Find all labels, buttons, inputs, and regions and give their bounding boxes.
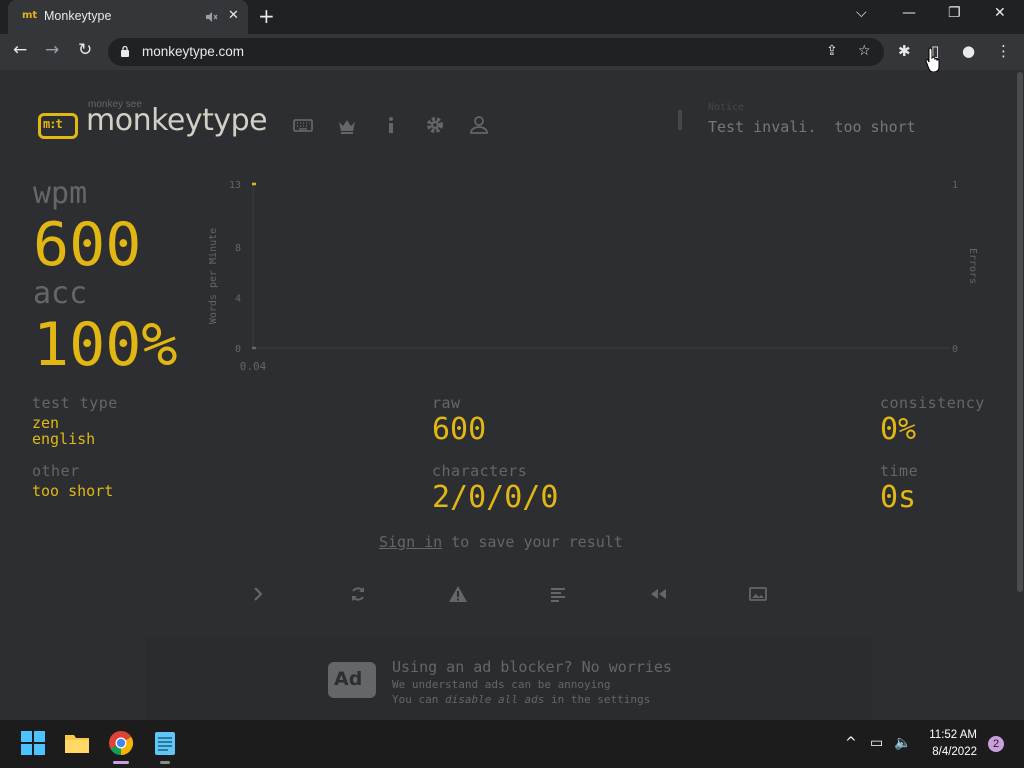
mute-tab-icon[interactable]	[204, 10, 218, 24]
chart-y-tick-label: 4	[235, 294, 241, 305]
address-bar[interactable]: monkeytype.com ⇪ ☆	[108, 38, 884, 66]
new-tab-button[interactable]: +	[258, 4, 275, 28]
close-window-button[interactable]: ✕	[994, 5, 1006, 21]
notepad-icon[interactable]	[152, 730, 178, 756]
ad-container: Ad Using an ad blocker? No worries We un…	[146, 638, 872, 720]
acc-value[interactable]: 100%	[33, 310, 178, 380]
browser-toolbar: ← → ↻ monkeytype.com ⇪ ☆ ✱ ▯ ● ⋮	[0, 34, 1024, 70]
open-app-indicator	[160, 761, 170, 764]
acc-label: acc	[33, 276, 88, 311]
url-text[interactable]: monkeytype.com	[142, 44, 244, 59]
tab-title: Monkeytype	[44, 9, 112, 23]
ad-line-1: We understand ads can be annoying	[392, 678, 611, 691]
keyboard-icon[interactable]	[292, 114, 314, 136]
signin-prompt: Sign in to save your result	[379, 533, 623, 551]
clock-time[interactable]: 11:52 AM	[897, 729, 977, 741]
chart-y2-tick-label: 0	[952, 344, 958, 355]
restore-button[interactable]: ❐	[948, 5, 961, 21]
ad-line-2: You can disable all ads in the settings	[392, 693, 651, 706]
signin-link[interactable]: Sign in	[379, 533, 442, 551]
chart-x-tick-label: 0.04	[240, 360, 267, 373]
notification-toast[interactable]: Notice Test invali. too short	[676, 100, 936, 144]
scrollbar-thumb[interactable]	[1017, 72, 1023, 592]
minimize-button[interactable]: —	[902, 5, 916, 21]
screenshot-icon[interactable]	[748, 584, 768, 604]
disable-ads-link[interactable]: disable all ads	[445, 693, 544, 706]
clock-date[interactable]: 8/4/2022	[897, 746, 977, 758]
browser-menu-icon[interactable]: ⋮	[996, 42, 1011, 60]
logo-text[interactable]: monkeytype	[86, 103, 268, 138]
test-type-label: test type	[32, 394, 118, 412]
wpm-value[interactable]: 600	[33, 210, 141, 280]
signin-rest-text: to save your result	[442, 533, 623, 551]
chart-y2-axis-label: Errors	[967, 248, 978, 284]
monkeytype-page: m:t monkey see monkeytype Notice Test in…	[0, 70, 1016, 720]
notification-header: Notice	[708, 102, 745, 113]
chart-y-tick-label: 0	[235, 344, 241, 355]
forward-button[interactable]: →	[45, 40, 59, 60]
test-type-language: english	[32, 430, 96, 448]
share-icon[interactable]: ⇪	[826, 43, 838, 59]
characters-label: characters	[432, 462, 528, 480]
test-type-mode: zen	[32, 414, 60, 432]
monkeytype-logo-icon[interactable]: m:t	[38, 113, 78, 139]
notification-badge[interactable]: 2	[988, 736, 1004, 752]
time-value[interactable]: 0s	[880, 480, 916, 515]
replay-icon[interactable]	[648, 584, 668, 604]
gear-icon[interactable]	[424, 114, 446, 136]
restart-icon[interactable]	[348, 584, 368, 604]
network-icon[interactable]: ▭	[870, 735, 883, 751]
mouse-pointer-icon	[925, 47, 940, 72]
other-value: too short	[32, 482, 114, 500]
bookmark-star-icon[interactable]: ☆	[858, 43, 871, 59]
time-label: time	[880, 462, 919, 480]
user-icon[interactable]	[468, 114, 490, 136]
chart-y2-tick-label: 1	[952, 180, 958, 191]
ad-title: Using an ad blocker? No worries	[392, 658, 672, 676]
crown-icon[interactable]	[336, 114, 358, 136]
other-label: other	[32, 462, 80, 480]
browser-tab[interactable]: mt Monkeytype ✕	[8, 0, 248, 34]
tray-chevron-icon[interactable]: ^	[845, 735, 857, 751]
browser-tab-bar: mt Monkeytype ✕ + ⌵ — ❐ ✕	[0, 0, 1024, 34]
chart-y-tick-label: 8	[235, 243, 241, 254]
active-app-indicator	[113, 761, 129, 764]
notification-text: Test invali. too short	[708, 118, 916, 136]
notification-icon	[678, 110, 682, 130]
lock-icon[interactable]	[120, 45, 130, 57]
tab-search-button[interactable]: ⌵	[856, 5, 867, 21]
reload-button[interactable]: ↻	[78, 40, 92, 60]
info-icon[interactable]	[380, 114, 402, 136]
monkeytype-favicon-icon: mt	[22, 10, 38, 21]
raw-label: raw	[432, 394, 461, 412]
extensions-icon[interactable]: ✱	[898, 42, 911, 60]
consistency-label: consistency	[880, 394, 985, 412]
characters-value[interactable]: 2/0/0/0	[432, 480, 558, 515]
back-button[interactable]: ←	[13, 40, 27, 60]
raw-value[interactable]: 600	[432, 412, 486, 447]
report-icon[interactable]	[448, 584, 468, 604]
words-history-icon[interactable]	[548, 584, 568, 604]
ad-icon: Ad	[328, 662, 376, 698]
result-chart[interactable]: 0 4 8 13 0 1 0.04 Words per Minute Errors	[200, 174, 990, 384]
profile-icon[interactable]: ●	[962, 42, 975, 60]
chart-y-axis-label: Words per Minute	[208, 228, 219, 324]
consistency-value[interactable]: 0%	[880, 412, 916, 447]
close-tab-button[interactable]: ✕	[228, 8, 239, 23]
wpm-label: wpm	[33, 176, 88, 211]
start-icon[interactable]	[20, 730, 46, 756]
file-explorer-icon[interactable]	[64, 730, 90, 756]
next-test-icon[interactable]	[248, 584, 268, 604]
chart-y-tick-label: 13	[229, 180, 241, 191]
windows-taskbar: ^ ▭ 🔈 11:52 AM 8/4/2022 2	[0, 720, 1024, 768]
chrome-icon[interactable]	[108, 730, 134, 756]
